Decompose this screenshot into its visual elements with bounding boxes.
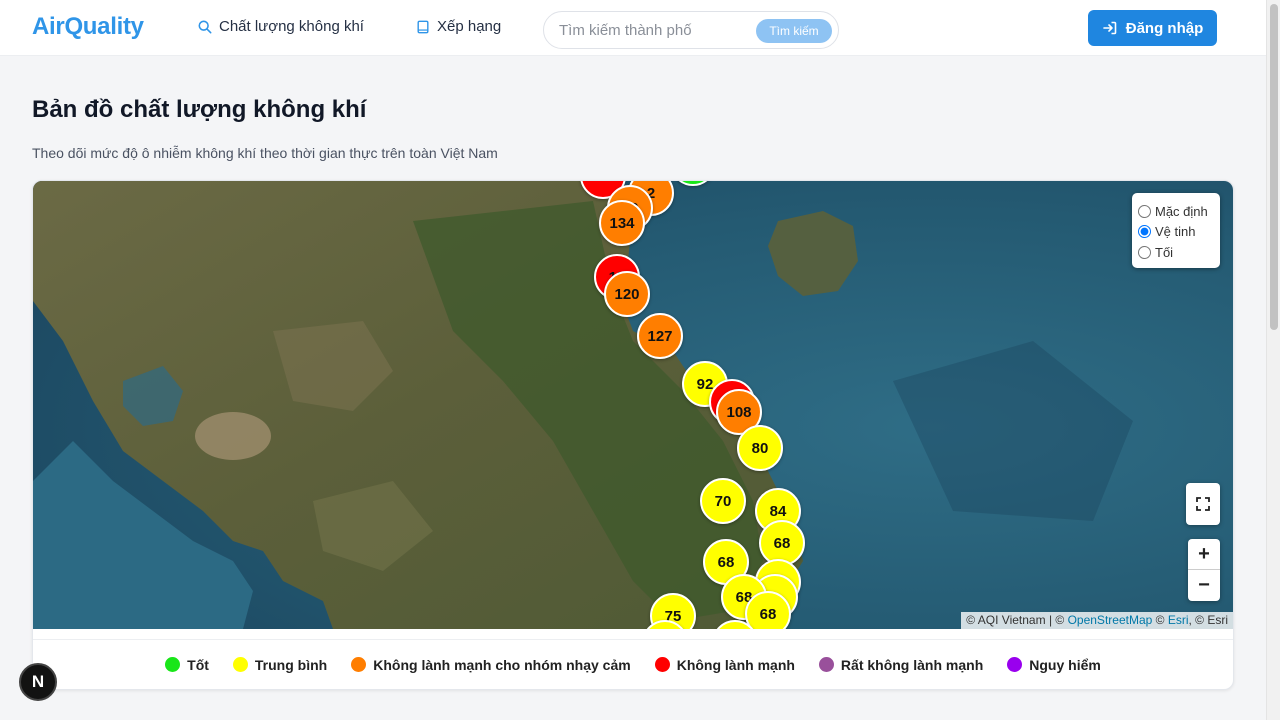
attribution-source: © AQI Vietnam [966,613,1046,627]
layer-label-dark: Tối [1155,244,1174,260]
map-attribution: © AQI Vietnam | © OpenStreetMap © Esri, … [961,612,1233,629]
layer-option-satellite[interactable]: Vệ tinh [1138,222,1220,243]
legend-dot [654,657,670,672]
login-label: Đăng nhập [1125,19,1204,37]
login-button[interactable]: Đăng nhập [1088,10,1217,46]
nav-air-quality-label: Chất lượng không khí [219,18,364,35]
city-search-input[interactable] [559,20,749,40]
page-scrollbar[interactable] [1266,0,1280,720]
zoom-control: + − [1188,539,1220,601]
legend-label: Trung bình [254,656,328,673]
aqi-marker[interactable]: 68 [745,591,791,629]
legend-label: Nguy hiểm [1029,656,1101,673]
legend-dot [818,657,834,672]
zoom-out-button[interactable]: − [1188,570,1220,601]
layer-label-default: Mặc định [1155,203,1208,219]
map-card: 2 12 134 15 120 127 92 108 80 70 84 68 6… [32,180,1234,690]
aqi-marker[interactable]: 127 [637,313,683,359]
logo[interactable]: AirQuality [32,13,144,41]
aqi-legend: Tốt Trung bình Không lành mạnh cho nhóm … [33,639,1233,689]
top-navbar: AirQuality Chất lượng không khí Xếp hạng… [0,0,1266,56]
nav-air-quality-link[interactable]: Chất lượng không khí [198,18,364,35]
nav-ranking-label: Xếp hạng [437,18,502,35]
layer-option-default[interactable]: Mặc định [1138,201,1220,222]
legend-label: Không lành mạnh [676,656,795,673]
page-subtitle: Theo dõi mức độ ô nhiễm không khí theo t… [32,145,498,161]
legend-item: Không lành mạnh cho nhóm nhạy cảm [351,656,631,673]
legend-item: Rất không lành mạnh [818,656,984,673]
legend-item: Tốt [165,657,209,673]
attribution-copy: © [1152,613,1168,627]
legend-dot [232,657,248,672]
aqi-marker[interactable]: 80 [737,425,783,471]
fullscreen-icon [1196,497,1210,511]
legend-item: Trung bình [232,656,328,673]
login-icon [1102,21,1117,35]
aqi-marker[interactable]: 120 [604,271,650,317]
layer-radio-default[interactable] [1138,204,1151,218]
legend-item: Không lành mạnh [654,656,795,673]
layer-radio-satellite[interactable] [1138,225,1151,239]
legend-label: Tốt [187,656,209,673]
legend-dot [165,657,181,672]
legend-label: Không lành mạnh cho nhóm nhạy cảm [373,656,631,673]
map-layer-control: Mặc định Vệ tinh Tối [1132,193,1220,268]
esri-link[interactable]: Esri [1168,613,1189,627]
scrollbar-thumb[interactable] [1270,4,1278,330]
layer-option-dark[interactable]: Tối [1138,242,1220,263]
zoom-in-button[interactable]: + [1188,539,1220,570]
legend-dot [351,657,367,672]
legend-item: Nguy hiểm [1007,657,1101,673]
book-icon [417,20,429,33]
aqi-map[interactable]: 2 12 134 15 120 127 92 108 80 70 84 68 6… [33,181,1233,629]
search-button[interactable]: Tìm kiếm [756,19,832,43]
dev-tools-badge[interactable]: N [19,663,57,701]
openstreetmap-link[interactable]: OpenStreetMap [1068,613,1153,627]
fullscreen-button[interactable] [1186,483,1220,525]
aqi-marker[interactable]: 70 [700,478,746,524]
legend-dot [1007,657,1023,672]
attribution-tail: , © Esri [1188,613,1228,627]
legend-label: Rất không lành mạnh [840,656,984,673]
layer-label-satellite: Vệ tinh [1155,224,1196,240]
aqi-marker[interactable]: 134 [599,200,645,246]
search-icon [198,20,212,33]
nav-ranking-link[interactable]: Xếp hạng [416,18,501,35]
page-title: Bản đồ chất lượng không khí [32,96,367,123]
satellite-map-background [33,181,1233,629]
layer-radio-dark[interactable] [1138,245,1151,259]
city-search-box: Tìm kiếm [543,11,839,49]
attribution-separator: | © [1045,613,1068,627]
